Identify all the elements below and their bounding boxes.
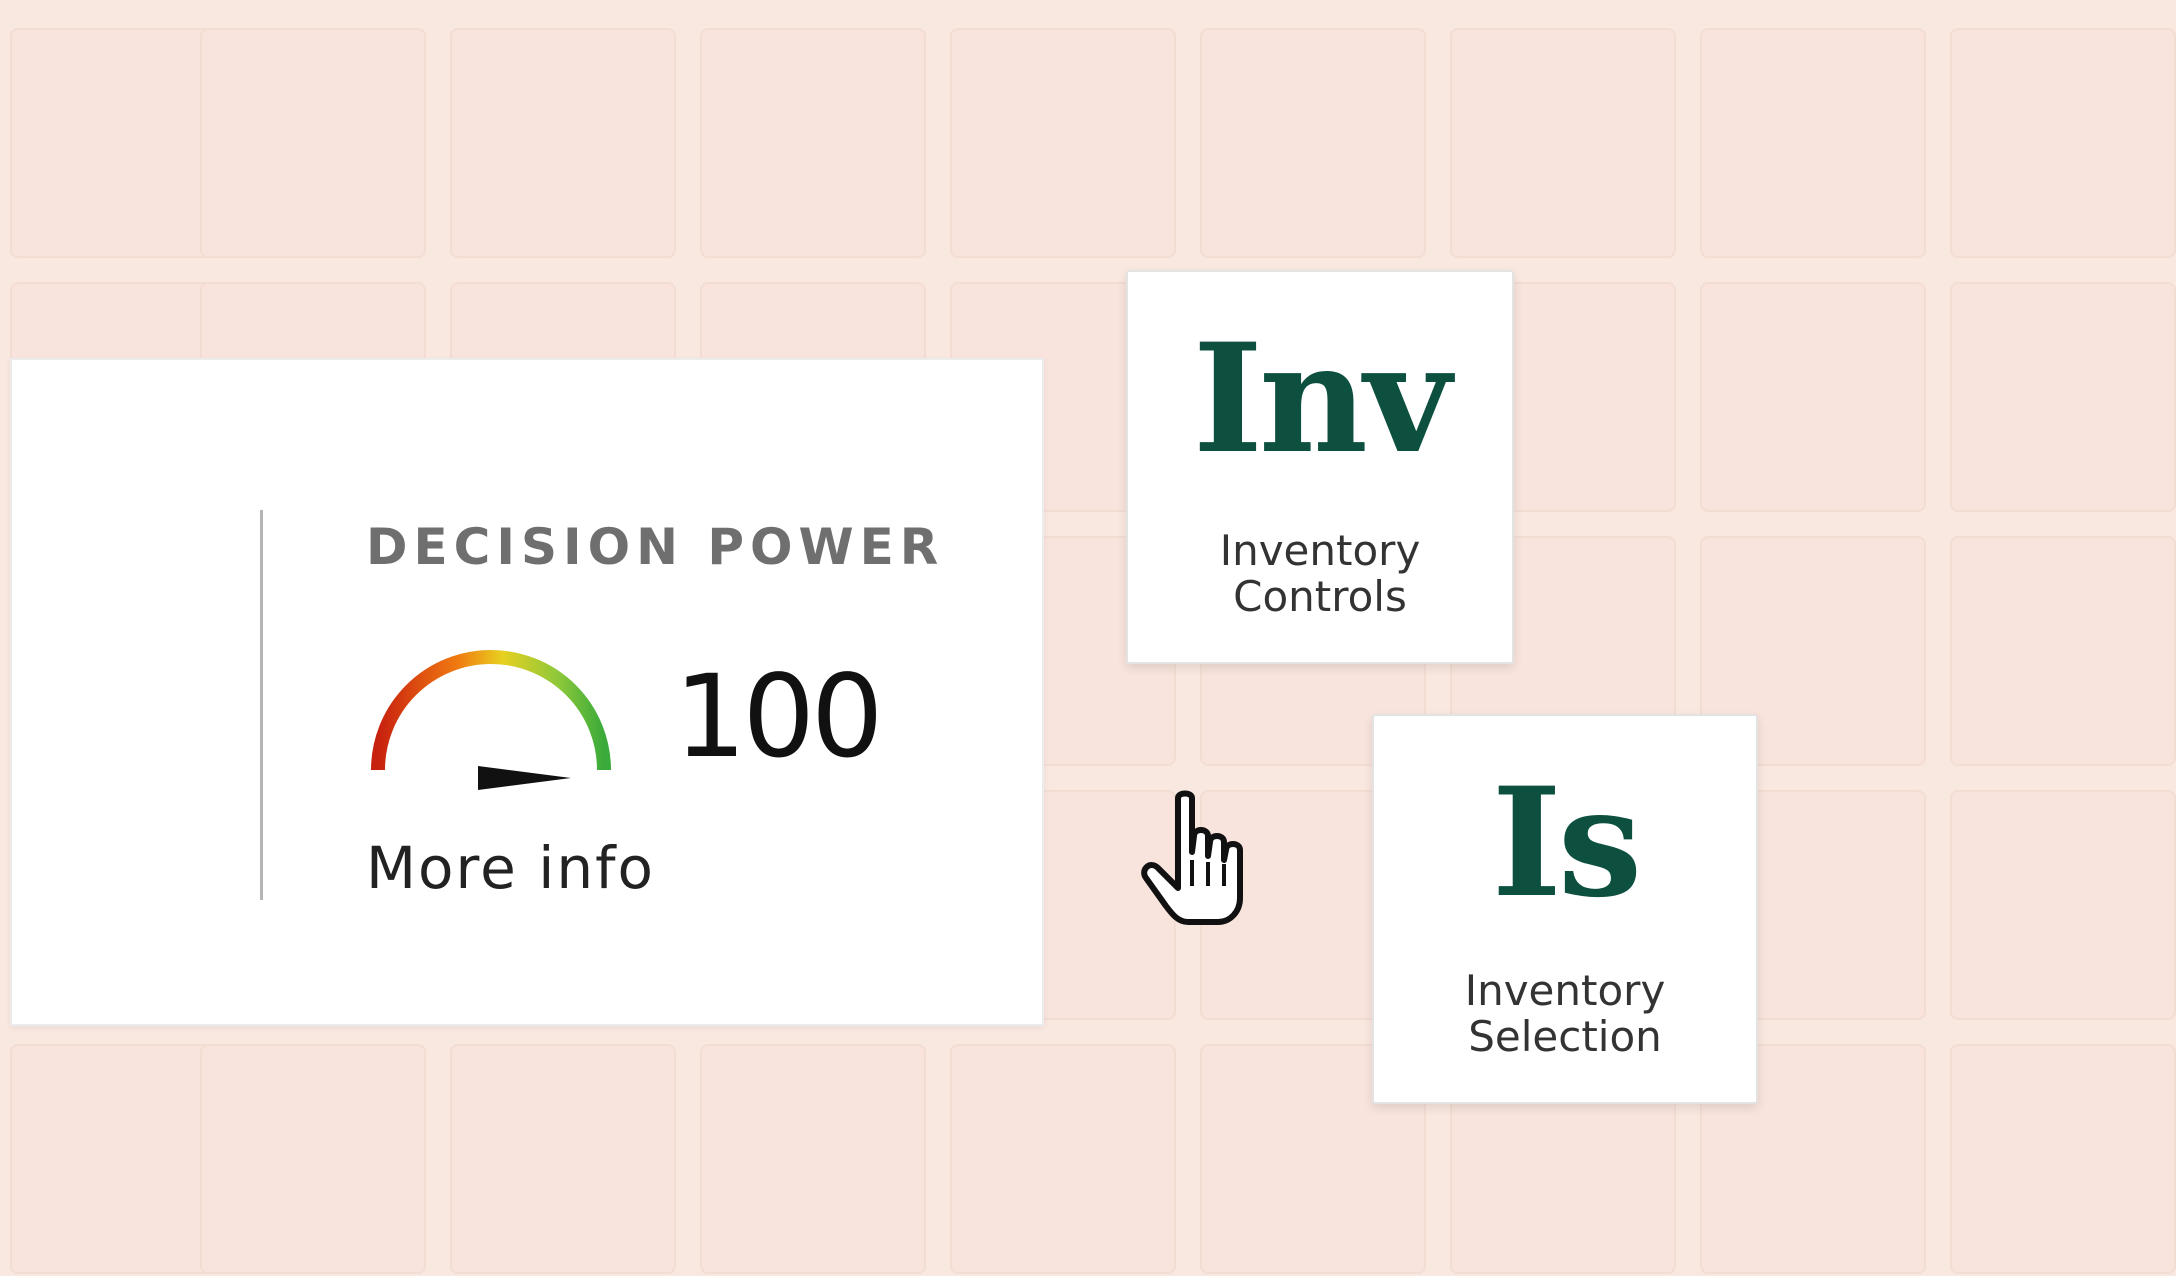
grid-cell (1700, 28, 1926, 258)
grid-cell (1950, 1044, 2176, 1274)
tile-inventory-controls[interactable]: Inv Inventory Controls (1126, 270, 1514, 664)
tile-label: Inventory Controls (1219, 526, 1421, 621)
grid-cell (700, 1044, 926, 1274)
grid-cell (1950, 28, 2176, 258)
more-info-link[interactable]: More info (366, 834, 655, 902)
gauge-needle (478, 766, 571, 790)
grid-cell (950, 1044, 1176, 1274)
decision-power-card: DECISION POWER 100 More info (10, 358, 1044, 1026)
grid-cell (1950, 536, 2176, 766)
decision-power-title: DECISION POWER (366, 518, 945, 576)
tile-label: Inventory Selection (1464, 966, 1666, 1061)
grid-cell (450, 28, 676, 258)
grid-cell (1950, 790, 2176, 1020)
tile-inventory-selection[interactable]: Is Inventory Selection (1372, 714, 1758, 1104)
grid-cell (1450, 28, 1676, 258)
grid-cell (450, 1044, 676, 1274)
card-divider (260, 510, 263, 900)
speedometer-icon (371, 650, 611, 790)
tile-abbr: Is (1491, 755, 1643, 931)
grid-cell (950, 28, 1176, 258)
grid-cell (700, 28, 926, 258)
decision-power-value: 100 (674, 650, 884, 783)
tile-abbr: Inv (1192, 311, 1451, 487)
hand-pointer-icon (1141, 790, 1243, 925)
grid-cell (1200, 28, 1426, 258)
grid-cell (200, 28, 426, 258)
grid-cell (200, 1044, 426, 1274)
grid-cell (1950, 282, 2176, 512)
grid-cell (1700, 282, 1926, 512)
